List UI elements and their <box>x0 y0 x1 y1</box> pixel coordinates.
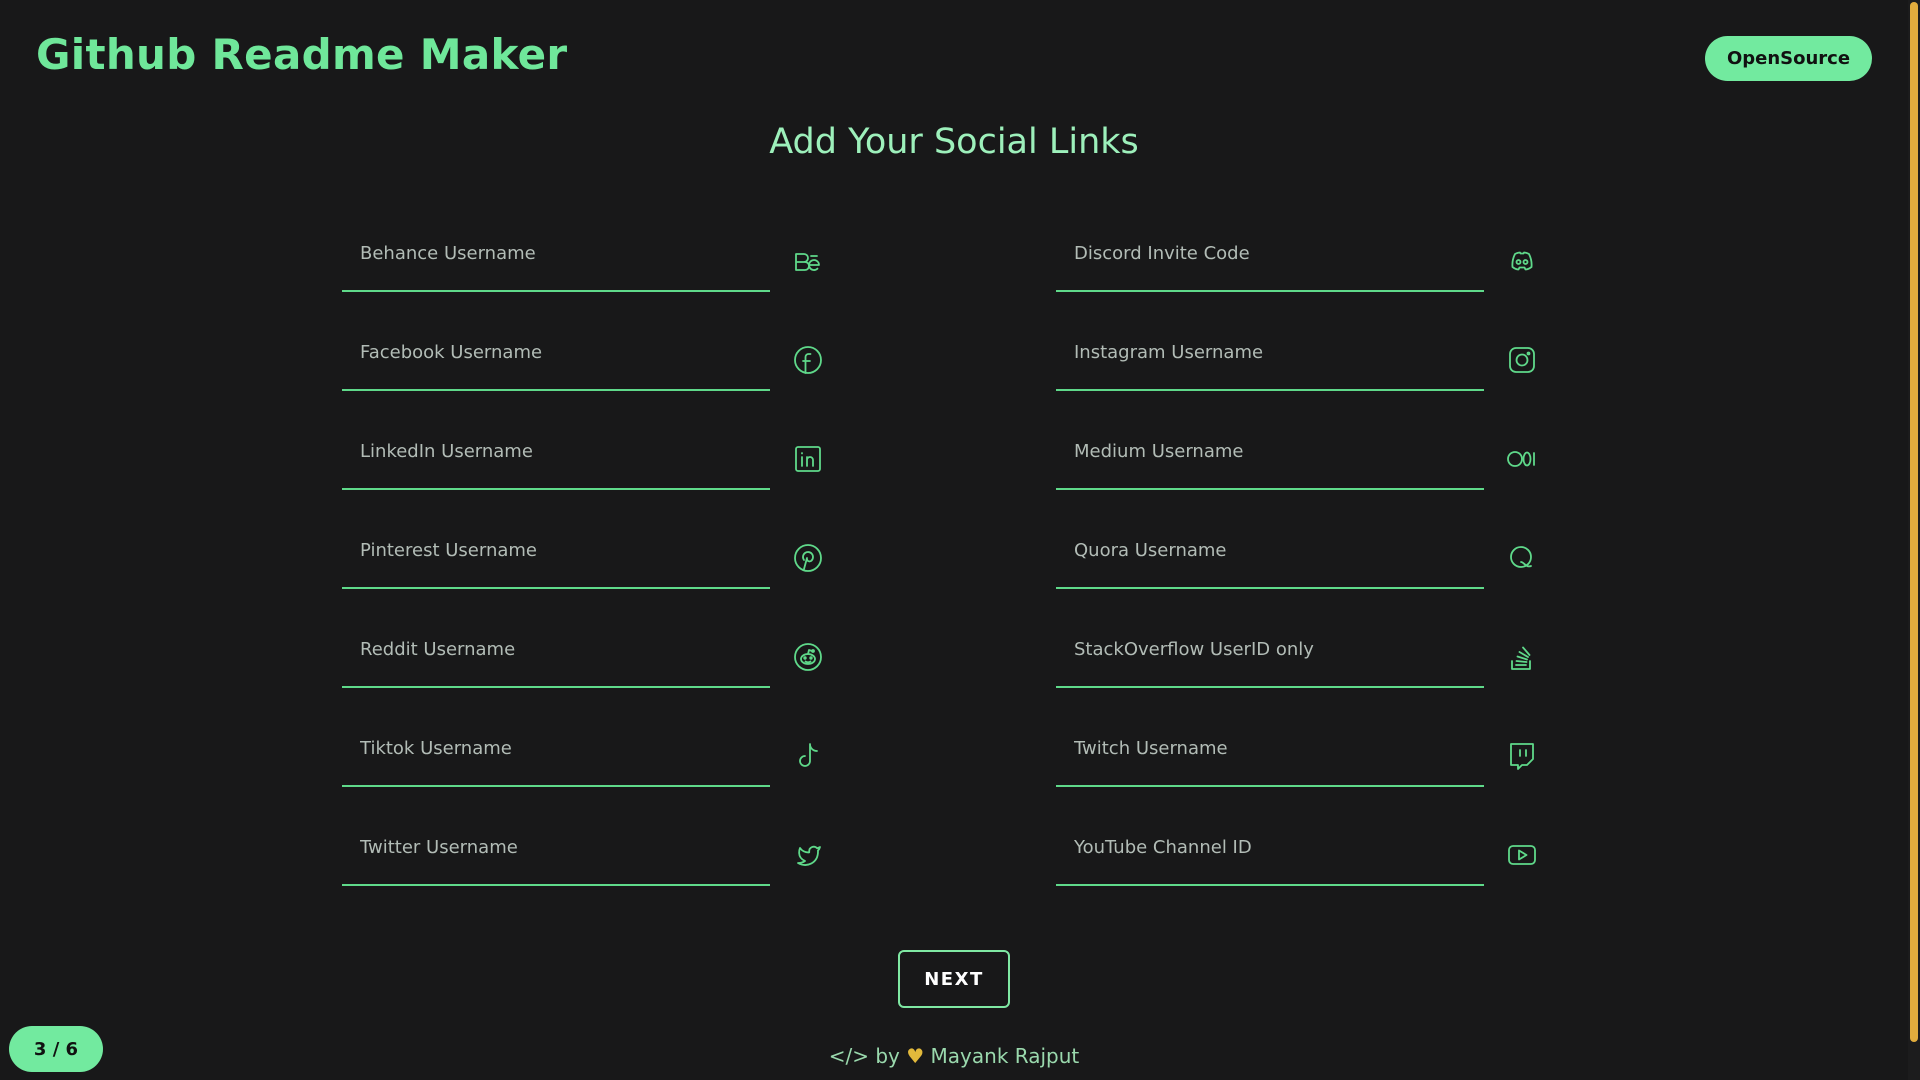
reddit-field[interactable] <box>342 624 770 688</box>
footer-by: by <box>875 1044 900 1068</box>
linkedin-icon <box>791 442 825 476</box>
discord-icon <box>1505 244 1539 278</box>
medium-icon <box>1505 442 1539 476</box>
opensource-button[interactable]: OpenSource <box>1705 36 1872 81</box>
page-scrollbar[interactable] <box>1908 0 1920 1080</box>
pinterest-icon <box>791 541 825 575</box>
stackoverflow-input[interactable] <box>1056 624 1484 686</box>
facebook-icon <box>791 343 825 377</box>
page: Github Readme Maker OpenSource Add Your … <box>0 0 1920 1080</box>
stackoverflow-field[interactable] <box>1056 624 1484 688</box>
author-name[interactable]: Mayank Rajput <box>931 1044 1080 1068</box>
instagram-field[interactable] <box>1056 327 1484 391</box>
pinterest-field[interactable] <box>342 525 770 589</box>
app-title: Github Readme Maker <box>36 30 568 79</box>
pinterest-input[interactable] <box>342 525 770 587</box>
behance-field[interactable] <box>342 228 770 292</box>
youtube-input[interactable] <box>1056 822 1484 884</box>
step-indicator: 3 / 6 <box>9 1026 103 1072</box>
medium-input[interactable] <box>1056 426 1484 488</box>
scrollbar-thumb[interactable] <box>1910 2 1918 1042</box>
behance-icon <box>791 244 825 278</box>
instagram-icon <box>1505 343 1539 377</box>
tiktok-icon <box>791 739 825 773</box>
page-heading: Add Your Social Links <box>769 122 1139 162</box>
linkedin-field[interactable] <box>342 426 770 490</box>
next-button[interactable]: NEXT <box>898 950 1010 1008</box>
tiktok-field[interactable] <box>342 723 770 787</box>
facebook-field[interactable] <box>342 327 770 391</box>
quora-field[interactable] <box>1056 525 1484 589</box>
youtube-field[interactable] <box>1056 822 1484 886</box>
twitter-field[interactable] <box>342 822 770 886</box>
facebook-input[interactable] <box>342 327 770 389</box>
stackoverflow-icon <box>1505 640 1539 674</box>
reddit-icon <box>791 640 825 674</box>
tiktok-input[interactable] <box>342 723 770 785</box>
instagram-input[interactable] <box>1056 327 1484 389</box>
youtube-icon <box>1505 838 1539 872</box>
twitter-input[interactable] <box>342 822 770 884</box>
code-icon: </> <box>828 1044 869 1068</box>
quora-input[interactable] <box>1056 525 1484 587</box>
twitter-icon <box>791 838 825 872</box>
heart-icon: ♥ <box>906 1044 925 1068</box>
discord-field[interactable] <box>1056 228 1484 292</box>
twitch-icon <box>1505 739 1539 773</box>
footer-credit: </> by ♥ Mayank Rajput <box>0 1044 1908 1068</box>
discord-input[interactable] <box>1056 228 1484 290</box>
reddit-input[interactable] <box>342 624 770 686</box>
medium-field[interactable] <box>1056 426 1484 490</box>
twitch-field[interactable] <box>1056 723 1484 787</box>
twitch-input[interactable] <box>1056 723 1484 785</box>
behance-input[interactable] <box>342 228 770 290</box>
quora-icon <box>1505 541 1539 575</box>
linkedin-input[interactable] <box>342 426 770 488</box>
